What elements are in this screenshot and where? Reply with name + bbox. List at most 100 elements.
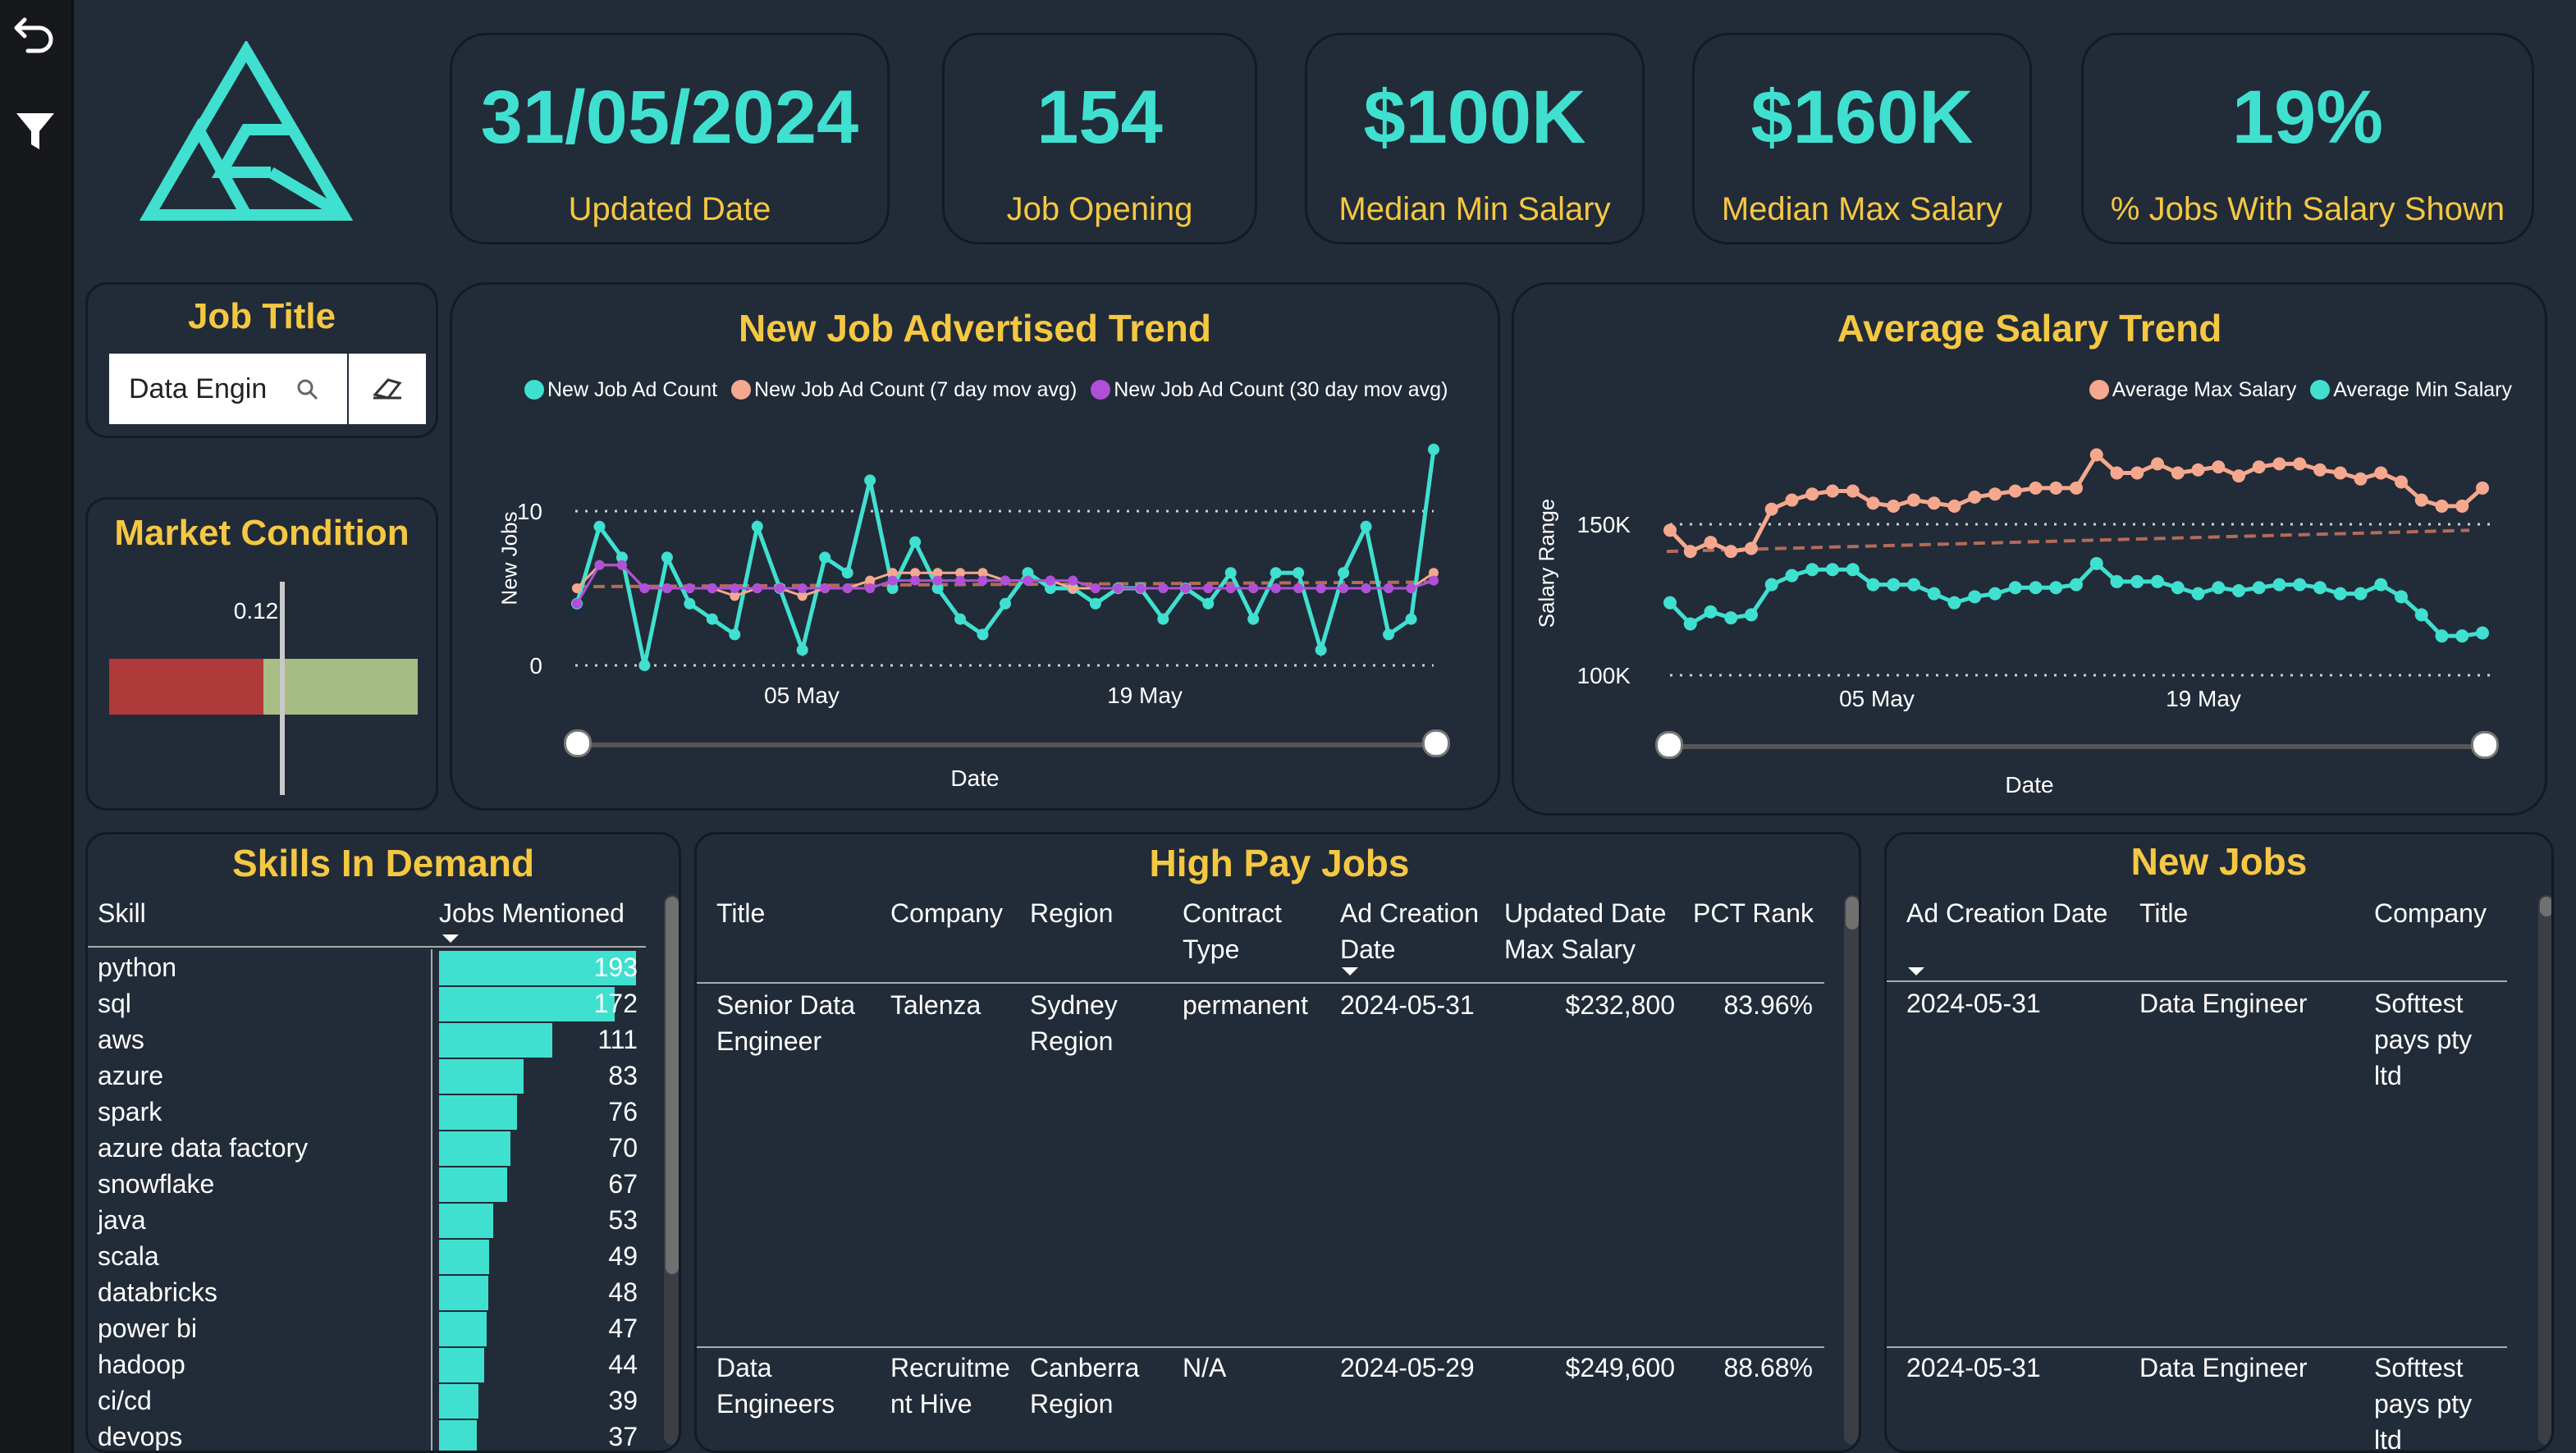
cell-skill[interactable]: devops bbox=[98, 1419, 182, 1451]
sort-descending-icon[interactable] bbox=[441, 933, 460, 944]
eraser-icon[interactable] bbox=[370, 373, 405, 403]
data-point bbox=[1270, 583, 1281, 593]
cell-skill[interactable]: sql bbox=[98, 985, 131, 1021]
search-icon[interactable] bbox=[296, 378, 319, 401]
column-header-contract-type[interactable]: Contract Type bbox=[1183, 895, 1306, 967]
column-header-region[interactable]: Region bbox=[1030, 895, 1113, 931]
series-line bbox=[574, 449, 1436, 666]
column-header-company[interactable]: Company bbox=[890, 895, 1003, 931]
date-range-track[interactable] bbox=[1668, 744, 2486, 749]
column-header-jobs-mentioned[interactable]: Jobs Mentioned bbox=[439, 895, 625, 931]
data-point bbox=[572, 583, 582, 593]
data-point bbox=[1293, 567, 1305, 579]
jobs-mentioned-bar bbox=[439, 1420, 477, 1451]
high-pay-jobs-panel: High Pay Jobs Title Company Region Contr… bbox=[694, 832, 1861, 1453]
data-point bbox=[1090, 583, 1100, 593]
scrollbar-thumb[interactable] bbox=[1846, 897, 1859, 930]
column-header-ad-creation-date[interactable]: Ad Creation Date bbox=[1906, 895, 2107, 931]
job-title-search-box[interactable]: Data Engin bbox=[109, 354, 347, 424]
data-point bbox=[1248, 583, 1259, 593]
cell-skill[interactable]: java bbox=[98, 1202, 146, 1238]
cell-skill[interactable]: ci/cd bbox=[98, 1382, 152, 1419]
column-header-pct-rank[interactable]: PCT Rank bbox=[1693, 895, 1814, 931]
data-point bbox=[2354, 472, 2368, 486]
y-tick-label: 10 bbox=[517, 499, 542, 524]
date-range-end-handle[interactable] bbox=[1422, 729, 1450, 757]
column-header-company[interactable]: Company bbox=[2374, 895, 2487, 931]
kpi-label: Updated Date bbox=[568, 191, 771, 227]
date-range-track[interactable] bbox=[575, 742, 1434, 747]
date-range-start-handle[interactable] bbox=[564, 729, 592, 757]
data-point bbox=[1113, 583, 1123, 593]
cell-skill[interactable]: spark bbox=[98, 1094, 162, 1130]
cell-skill[interactable]: azure data factory bbox=[98, 1130, 308, 1166]
cell-skill[interactable]: databricks bbox=[98, 1274, 217, 1310]
cell-title[interactable]: Data Engineer bbox=[2139, 1350, 2308, 1386]
scrollbar-track[interactable] bbox=[1844, 895, 1859, 1445]
y-tick-label: 0 bbox=[529, 653, 542, 679]
cell-ad-date: 2024-05-31 bbox=[1906, 989, 2041, 1018]
data-point bbox=[797, 583, 808, 593]
data-point bbox=[977, 628, 989, 641]
cell-jobs-count: 37 bbox=[608, 1422, 638, 1451]
kpi-label: % Jobs With Salary Shown bbox=[2110, 191, 2505, 227]
cell-contract: permanent bbox=[1183, 990, 1308, 1020]
panel-title: New Jobs bbox=[2130, 840, 2308, 883]
date-range-end-handle[interactable] bbox=[2471, 731, 2499, 759]
data-point bbox=[1683, 545, 1697, 559]
cell-skill[interactable]: snowflake bbox=[98, 1166, 214, 1202]
data-point bbox=[1785, 569, 1799, 583]
column-header-title[interactable]: Title bbox=[2139, 895, 2188, 931]
jobs-mentioned-bar bbox=[439, 1240, 489, 1274]
cell-skill[interactable]: power bi bbox=[98, 1310, 197, 1346]
column-header-title[interactable]: Title bbox=[716, 895, 765, 931]
data-point bbox=[1826, 484, 1839, 498]
data-point bbox=[2130, 466, 2144, 480]
panel-title: Skills In Demand bbox=[231, 842, 535, 884]
date-range-start-handle[interactable] bbox=[1655, 731, 1683, 759]
data-point bbox=[1384, 583, 1394, 593]
data-point bbox=[1000, 575, 1010, 586]
jobs-mentioned-bar bbox=[439, 1348, 484, 1382]
trend-line bbox=[1666, 528, 2470, 554]
data-point bbox=[819, 551, 831, 564]
row-divider bbox=[1887, 1346, 2507, 1348]
sort-descending-icon[interactable] bbox=[1340, 966, 1360, 977]
sort-descending-icon[interactable] bbox=[1906, 966, 1926, 977]
cell-skill[interactable]: azure bbox=[98, 1058, 163, 1094]
data-point bbox=[1745, 608, 1758, 622]
column-header-max-salary[interactable]: Updated Date Max Salary bbox=[1504, 895, 1685, 967]
data-point bbox=[1293, 583, 1304, 593]
cell-skill[interactable]: hadoop bbox=[98, 1346, 185, 1382]
cell-skill[interactable]: scala bbox=[98, 1238, 159, 1274]
cell-jobs-count: 76 bbox=[608, 1097, 638, 1126]
column-header-skill[interactable]: Skill bbox=[98, 895, 146, 931]
scrollbar-thumb[interactable] bbox=[666, 897, 679, 1274]
data-point bbox=[2455, 499, 2469, 513]
cell-skill[interactable]: aws bbox=[98, 1021, 144, 1058]
cell-title[interactable]: Data Engineers bbox=[716, 1350, 881, 1422]
kpi-label: Median Max Salary bbox=[1721, 191, 2003, 227]
scrollbar-track[interactable] bbox=[2538, 895, 2551, 1445]
undo-arrow-icon[interactable] bbox=[13, 11, 57, 56]
salary-trend-panel: Average Salary Trend Average Max Salary … bbox=[1512, 282, 2547, 816]
funnel-filter-icon[interactable] bbox=[13, 108, 57, 153]
clear-selection-button[interactable] bbox=[349, 354, 426, 424]
kpi-card-updated-date: 31/05/2024 Updated Date bbox=[450, 33, 890, 244]
kpi-value: $100K bbox=[1363, 75, 1586, 159]
cell-title[interactable]: Senior Data Engineer bbox=[716, 987, 881, 1059]
cell-jobs-count: 83 bbox=[608, 1061, 638, 1090]
search-input-value[interactable]: Data Engin bbox=[129, 373, 267, 405]
column-header-ad-creation-date[interactable]: Ad Creation Date bbox=[1340, 895, 1496, 967]
data-point bbox=[2089, 556, 2103, 570]
data-point bbox=[865, 583, 876, 593]
data-point bbox=[661, 551, 673, 564]
cell-skill[interactable]: python bbox=[98, 949, 176, 985]
cell-jobs-count: 44 bbox=[608, 1350, 638, 1379]
data-point bbox=[2008, 484, 2022, 498]
data-point bbox=[1724, 545, 1738, 559]
header-divider bbox=[88, 946, 646, 948]
cell-title[interactable]: Data Engineer bbox=[2139, 985, 2308, 1021]
kpi-card-job-opening: 154 Job Opening bbox=[942, 33, 1257, 244]
scrollbar-thumb[interactable] bbox=[2540, 897, 2551, 916]
